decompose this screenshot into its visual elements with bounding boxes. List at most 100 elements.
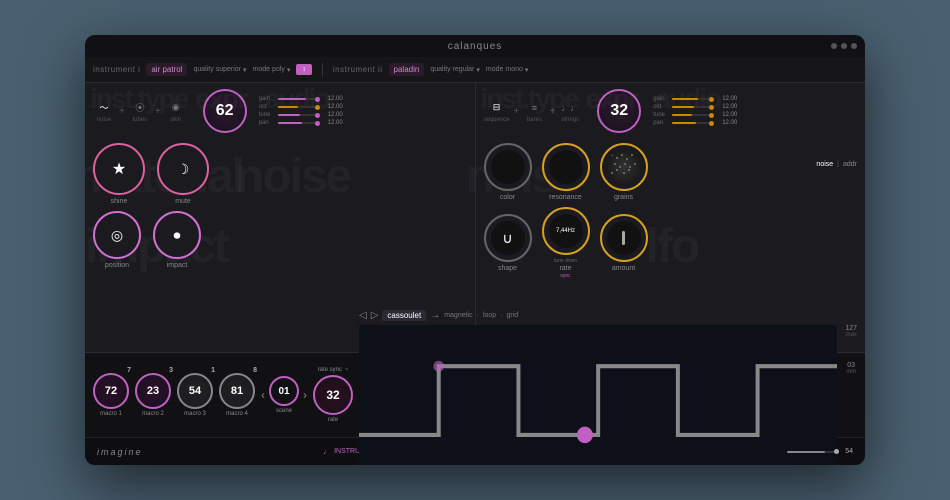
inst1-type-skin[interactable]: ◉ skin — [165, 100, 187, 123]
inst2-mode-value: mono — [505, 66, 523, 73]
rate-knob2[interactable]: 7,44Hz — [542, 207, 590, 255]
shape-label: shape — [498, 265, 517, 272]
noise-addr-tabs: noise | addr — [816, 161, 857, 168]
pan-slider[interactable] — [278, 122, 318, 124]
inst2-preset[interactable]: paladin — [389, 63, 425, 76]
instrument2-panel: inst.type expr audio noise lfo noise | a… — [476, 83, 866, 352]
color-knob[interactable] — [484, 143, 532, 191]
inst2-type-strings[interactable]: ♩♩ strings — [559, 100, 581, 123]
crescent-icon: ☽ — [177, 161, 190, 178]
inst1-type-tubes[interactable]: ⦿ tubes — [129, 100, 151, 123]
rate-display-value: 32 — [326, 388, 339, 402]
rate-main-knob[interactable]: 32 — [313, 375, 353, 415]
rate-hz-value: 7,44Hz — [556, 228, 575, 234]
inst2-mode[interactable]: mode mono ▾ — [486, 66, 529, 74]
inst1-type-selector: 〜 noise + ⦿ tubes + ◉ skin — [93, 100, 187, 123]
mute-knob[interactable]: ☽ — [157, 143, 209, 195]
macro3-circle[interactable]: 1 54 — [177, 373, 213, 409]
inst-tab-divider[interactable]: ↕ — [296, 64, 312, 75]
gain-slider2[interactable] — [672, 98, 712, 100]
gain-slider[interactable] — [278, 98, 318, 100]
rate-knob2-container: 7,44Hz tune down rate sync — [542, 207, 590, 279]
shine-knob[interactable]: ★ — [93, 143, 145, 195]
vol-dot — [834, 449, 839, 454]
macro1-label: macro 1 — [100, 411, 122, 417]
close-dot[interactable] — [831, 43, 837, 49]
scene-number[interactable]: 01 — [269, 376, 299, 406]
scene-display: 01 scene — [269, 376, 299, 414]
color-label: color — [500, 194, 515, 201]
shape-u-icon: ∪ — [502, 230, 512, 247]
oct-slider[interactable] — [278, 106, 318, 108]
inst1-quality[interactable]: quality superior ▾ — [193, 66, 246, 74]
inst1-preset[interactable]: air patrol — [146, 63, 187, 76]
noise-tab[interactable]: noise — [816, 161, 833, 168]
inst1-mode-value: poly — [272, 66, 285, 73]
grains-pattern — [607, 150, 641, 184]
resonance-knob[interactable] — [542, 143, 590, 191]
strings-label: strings — [561, 117, 579, 123]
position-knob-container: ◎ position — [93, 211, 141, 269]
macro4-circle[interactable]: 8 81 — [219, 373, 255, 409]
macro4-num: 8 — [253, 367, 257, 374]
amount-knob[interactable] — [600, 214, 648, 262]
impact-knob[interactable]: ⏺ — [153, 211, 201, 259]
position-knob[interactable]: ◎ — [93, 211, 141, 259]
inst2-mode-label: mode — [486, 66, 504, 73]
strings-icon: ♩♩ — [559, 100, 581, 116]
tune-slider2[interactable] — [672, 114, 712, 116]
next-scene-button[interactable]: › — [303, 388, 307, 402]
shine-label: shine — [111, 198, 128, 205]
pan-value: 12.00 — [321, 120, 343, 126]
oct-label2: oct — [653, 104, 669, 110]
title-bar-controls — [831, 43, 857, 49]
app-window: calanques instrument I air patrol qualit… — [85, 35, 865, 465]
shape-knob[interactable]: ∪ — [484, 214, 532, 262]
macro3-num: 1 — [211, 367, 215, 374]
plus-icon1: + — [119, 106, 125, 117]
tune-label: tune — [259, 112, 275, 118]
window-title: calanques — [448, 41, 503, 52]
vol-slider[interactable] — [787, 451, 837, 453]
pan-row2: pan 12.00 — [653, 120, 737, 126]
macro2-circle[interactable]: 3 23 — [135, 373, 171, 409]
waveform-display[interactable] — [359, 325, 837, 465]
inst2-expr-dial[interactable]: 32 — [597, 89, 641, 133]
inst1-expr-dial[interactable]: 62 — [203, 89, 247, 133]
pan-label2: pan — [653, 120, 669, 126]
tune-slider[interactable] — [278, 114, 318, 116]
inst1-knobs-row2: ◎ position ⏺ impact — [93, 211, 467, 269]
pan-row: pan 12.00 — [259, 120, 343, 126]
inst1-audio-params: gain 12.00 oct — [259, 96, 343, 126]
inst1-knobs-area: ★ shine ☽ mute — [85, 139, 475, 352]
oct-row2: oct 12.00 — [653, 104, 737, 110]
inst2-quality[interactable]: quality regular ▾ — [430, 66, 480, 74]
prev-scene-button[interactable]: ‹ — [261, 388, 265, 402]
instrument1-panel: inst.type expr audio material noise impa… — [85, 83, 476, 352]
pan-slider2[interactable] — [672, 122, 712, 124]
rate-sync-label: sync — [560, 273, 570, 279]
addr-tab[interactable]: addr — [843, 161, 857, 168]
macro1-circle[interactable]: 7 72 — [93, 373, 129, 409]
inst2-knobs-row2: ∪ shape 7,44Hz tune down — [484, 207, 858, 279]
bares-icon: ≡ — [523, 100, 545, 116]
min-container: 03 min — [845, 362, 857, 375]
noise-icon: 〜 — [93, 100, 115, 116]
gain-value2: 12.00 — [715, 96, 737, 102]
grains-label: grains — [614, 194, 633, 201]
inst2-type-bares[interactable]: ≡ bares — [523, 100, 545, 123]
inst1-type-noise[interactable]: 〜 noise — [93, 100, 115, 123]
chevron-down-icon3: ▾ — [476, 66, 480, 74]
oct-slider2[interactable] — [672, 106, 712, 108]
scene-nav: ‹ 01 scene › — [261, 376, 307, 414]
star-icon: ★ — [112, 159, 126, 179]
inst2-type-seq[interactable]: ⊟ sequence — [484, 100, 510, 123]
inst1-mode[interactable]: mode poly ▾ — [253, 66, 291, 74]
grains-knob[interactable] — [600, 143, 648, 191]
minimize-dot[interactable] — [841, 43, 847, 49]
maximize-dot[interactable] — [851, 43, 857, 49]
amount-label: amount — [612, 265, 635, 272]
macro4-label: macro 4 — [226, 411, 248, 417]
plus-icon4: + — [549, 106, 555, 117]
gain-value: 12.00 — [321, 96, 343, 102]
